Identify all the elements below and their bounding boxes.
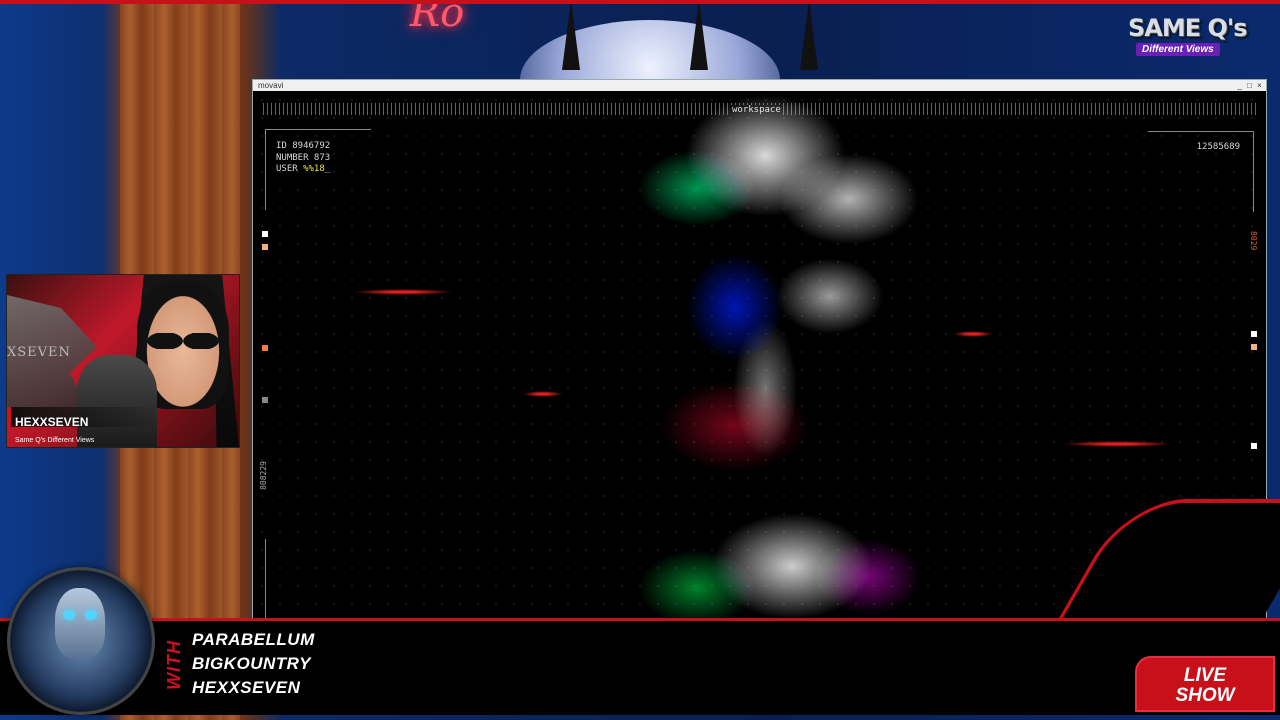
marker-square (1251, 331, 1257, 337)
skull-avatar (10, 570, 152, 712)
host-name: PARABELLUM (192, 630, 315, 649)
marker-square (262, 397, 268, 403)
skull-eye (85, 610, 97, 620)
logo-main-text: SAME Q's (1128, 14, 1248, 42)
red-streak (953, 331, 993, 337)
lower-third: WITH PARABELLUM BIGKOUNTRY HEXXSEVEN LIV… (0, 499, 1280, 720)
top-right-number: 12585689 (1196, 142, 1240, 152)
webcam-overlay: XSEVEN HEXXSEVEN Same Q's Different View… (6, 274, 240, 448)
host-name: BIGKOUNTRY (192, 654, 311, 673)
red-streak (1063, 441, 1173, 447)
marker-square (1251, 443, 1257, 449)
top-accent-bar (0, 0, 1280, 4)
webcam-person (77, 355, 157, 447)
marker-square (262, 244, 268, 250)
host-list: PARABELLUM BIGKOUNTRY HEXXSEVEN (192, 628, 315, 700)
kaleidoscope-visual (583, 91, 963, 620)
host-name: HEXXSEVEN (192, 678, 301, 697)
number-line: NUMBER 873 (276, 152, 331, 163)
spike-decoration (800, 0, 818, 70)
close-button[interactable]: × (1256, 80, 1263, 91)
logo-sub-text: Different Views (1136, 43, 1220, 56)
left-vertical-text: 808229 (259, 461, 268, 490)
skull-icon (55, 588, 105, 658)
right-vertical-text: 8029 (1249, 231, 1258, 251)
marker-square (262, 231, 268, 237)
window-title: movavi (258, 81, 284, 90)
with-label: WITH (164, 640, 184, 690)
cam-name: HEXXSEVEN (15, 415, 89, 429)
spike-decoration (562, 0, 580, 70)
maximize-button[interactable]: □ (1246, 80, 1253, 91)
neon-sign: Ro (410, 0, 465, 36)
id-line: ID 8946792 (276, 141, 331, 151)
live-label: LIVE (1183, 665, 1227, 686)
red-streak (353, 289, 453, 295)
marker-square (262, 345, 268, 351)
info-readout: ID 8946792 NUMBER 873 USER %%18_ (276, 141, 330, 176)
user-value: %%18_ (303, 164, 331, 174)
window-titlebar[interactable]: movavi _ □ × (253, 80, 1266, 91)
cam-logo-text: XSEVEN (7, 345, 71, 360)
user-prefix: USER (276, 164, 304, 174)
red-streak (523, 391, 563, 397)
sunglasses-icon (147, 333, 219, 349)
user-line: USER %%18_ (276, 164, 330, 176)
window-controls: _ □ × (1236, 80, 1263, 91)
skull-eye (63, 610, 75, 620)
show-label: SHOW (1175, 685, 1235, 706)
marker-square (1251, 344, 1257, 350)
minimize-button[interactable]: _ (1236, 80, 1243, 91)
cam-subtitle: Same Q's Different Views (15, 437, 95, 444)
channel-logo: SAME Q's Different Views (1128, 14, 1260, 60)
spike-decoration (690, 0, 708, 70)
frame-bracket (265, 539, 266, 619)
live-show-badge: LIVE SHOW (1135, 656, 1275, 712)
